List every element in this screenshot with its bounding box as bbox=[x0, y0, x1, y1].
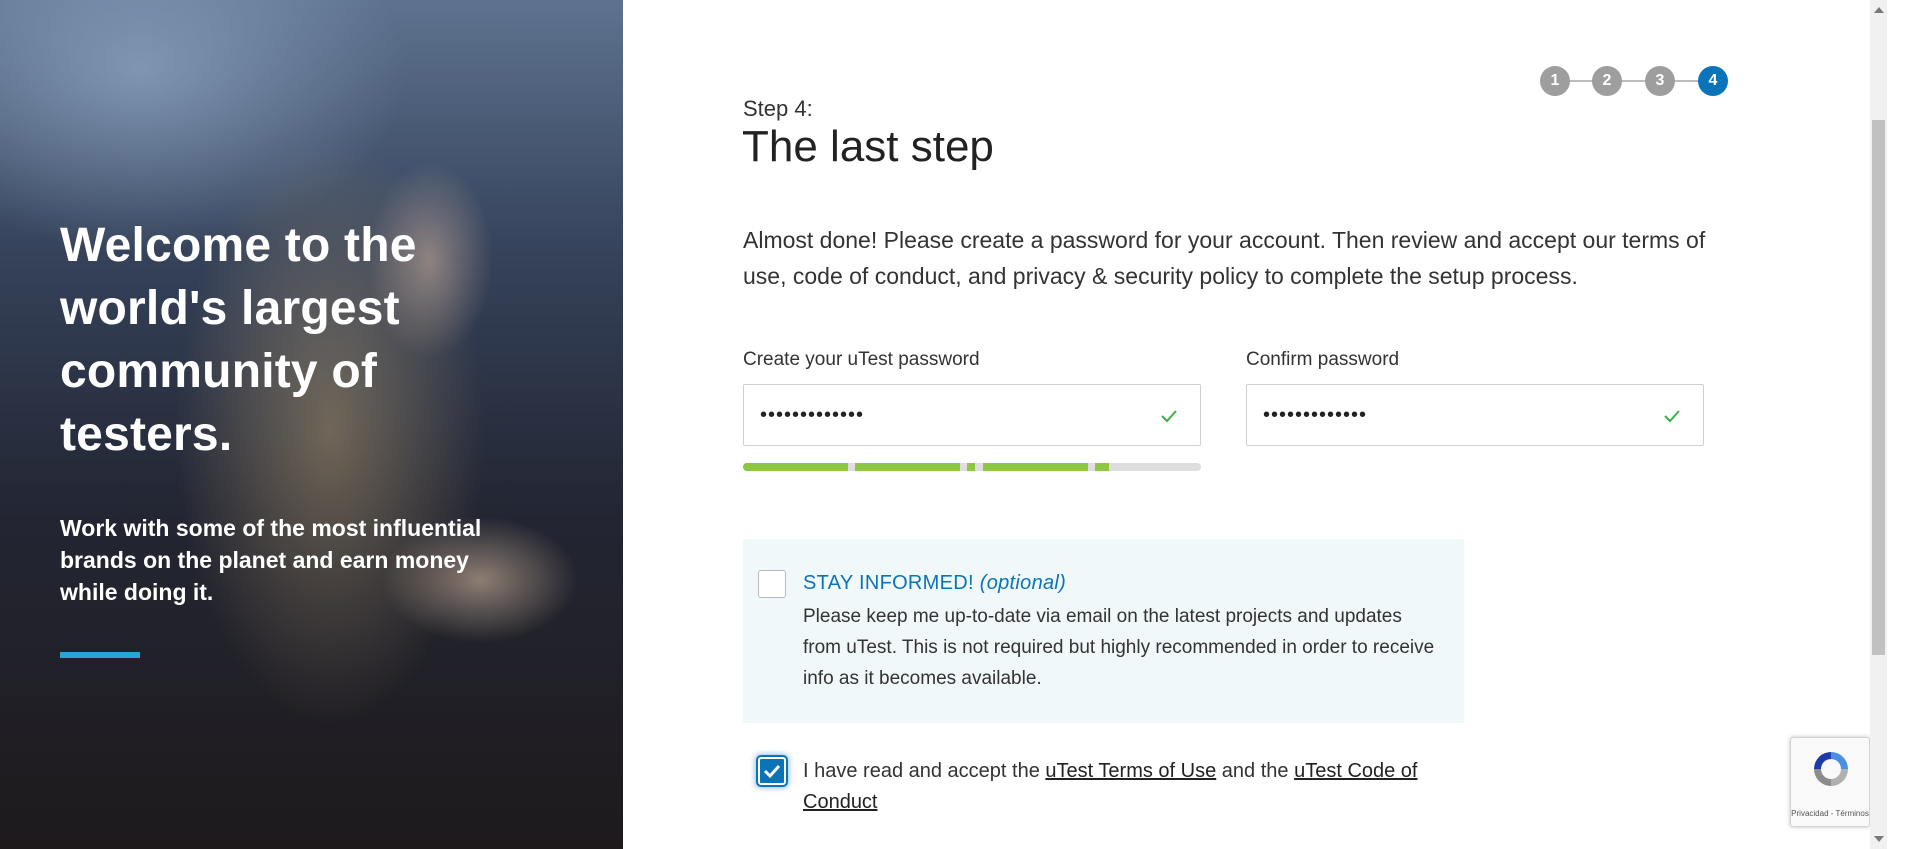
strength-segment bbox=[855, 463, 960, 471]
strength-segment bbox=[983, 463, 1088, 471]
scroll-down-arrow-icon[interactable] bbox=[1874, 836, 1884, 842]
recaptcha-links[interactable]: Privacidad - Términos bbox=[1791, 809, 1869, 818]
hero-panel: Welcome to the world's largest community… bbox=[0, 0, 623, 849]
checkmark-icon bbox=[763, 764, 781, 779]
terms-checkbox[interactable] bbox=[758, 757, 786, 785]
terms-text: I have read and accept the uTest Terms o… bbox=[803, 756, 1483, 818]
password-strength-meter bbox=[743, 463, 1201, 471]
recaptcha-icon bbox=[1814, 752, 1848, 786]
step-label: Step 4: bbox=[743, 96, 813, 121]
password-label: Create your uTest password bbox=[743, 349, 980, 370]
scroll-up-arrow-icon[interactable] bbox=[1874, 7, 1884, 13]
password-value: ••••••••••••• bbox=[760, 404, 865, 426]
step-3-indicator: 3 bbox=[1645, 66, 1675, 96]
hero-title: Welcome to the world's largest community… bbox=[60, 219, 417, 461]
step-4-indicator: 4 bbox=[1698, 66, 1728, 96]
confirm-password-input[interactable]: ••••••••••••• bbox=[1246, 384, 1704, 446]
stay-informed-heading: STAY INFORMED! bbox=[803, 572, 974, 594]
optional-label: (optional) bbox=[979, 572, 1067, 594]
terms-prefix: I have read and accept the bbox=[803, 760, 1040, 782]
strength-segment bbox=[743, 463, 848, 471]
terms-middle: and the bbox=[1221, 760, 1289, 782]
scrollbar-thumb[interactable] bbox=[1872, 120, 1885, 655]
confirm-password-label: Confirm password bbox=[1246, 349, 1400, 370]
step-1-indicator: 1 bbox=[1540, 66, 1570, 96]
password-input[interactable]: ••••••••••••• bbox=[743, 384, 1201, 446]
hero-accent-bar bbox=[60, 652, 140, 658]
stay-informed-text: Please keep me up-to-date via email on t… bbox=[803, 606, 1435, 689]
step-connector-line bbox=[1554, 80, 1714, 82]
step-progress: 1 2 3 4 bbox=[1540, 66, 1728, 96]
intro-text: Almost done! Please create a password fo… bbox=[743, 227, 1706, 289]
hero-subtitle: Work with some of the most influential b… bbox=[60, 515, 482, 605]
stay-informed-title: STAY INFORMED! (optional) bbox=[803, 572, 1066, 595]
strength-segment bbox=[1095, 463, 1109, 471]
stay-informed-checkbox[interactable] bbox=[758, 570, 786, 598]
confirm-password-value: ••••••••••••• bbox=[1263, 404, 1368, 426]
terms-of-use-link[interactable]: uTest Terms of Use bbox=[1045, 760, 1216, 782]
strength-segment bbox=[967, 463, 975, 471]
confirm-valid-check-icon bbox=[1664, 410, 1680, 423]
step-2-indicator: 2 bbox=[1592, 66, 1622, 96]
vertical-scrollbar[interactable] bbox=[1870, 0, 1887, 849]
page-title: The last step bbox=[742, 122, 994, 171]
password-valid-check-icon bbox=[1161, 410, 1177, 423]
recaptcha-badge[interactable]: Privacidad - Términos bbox=[1790, 737, 1870, 827]
